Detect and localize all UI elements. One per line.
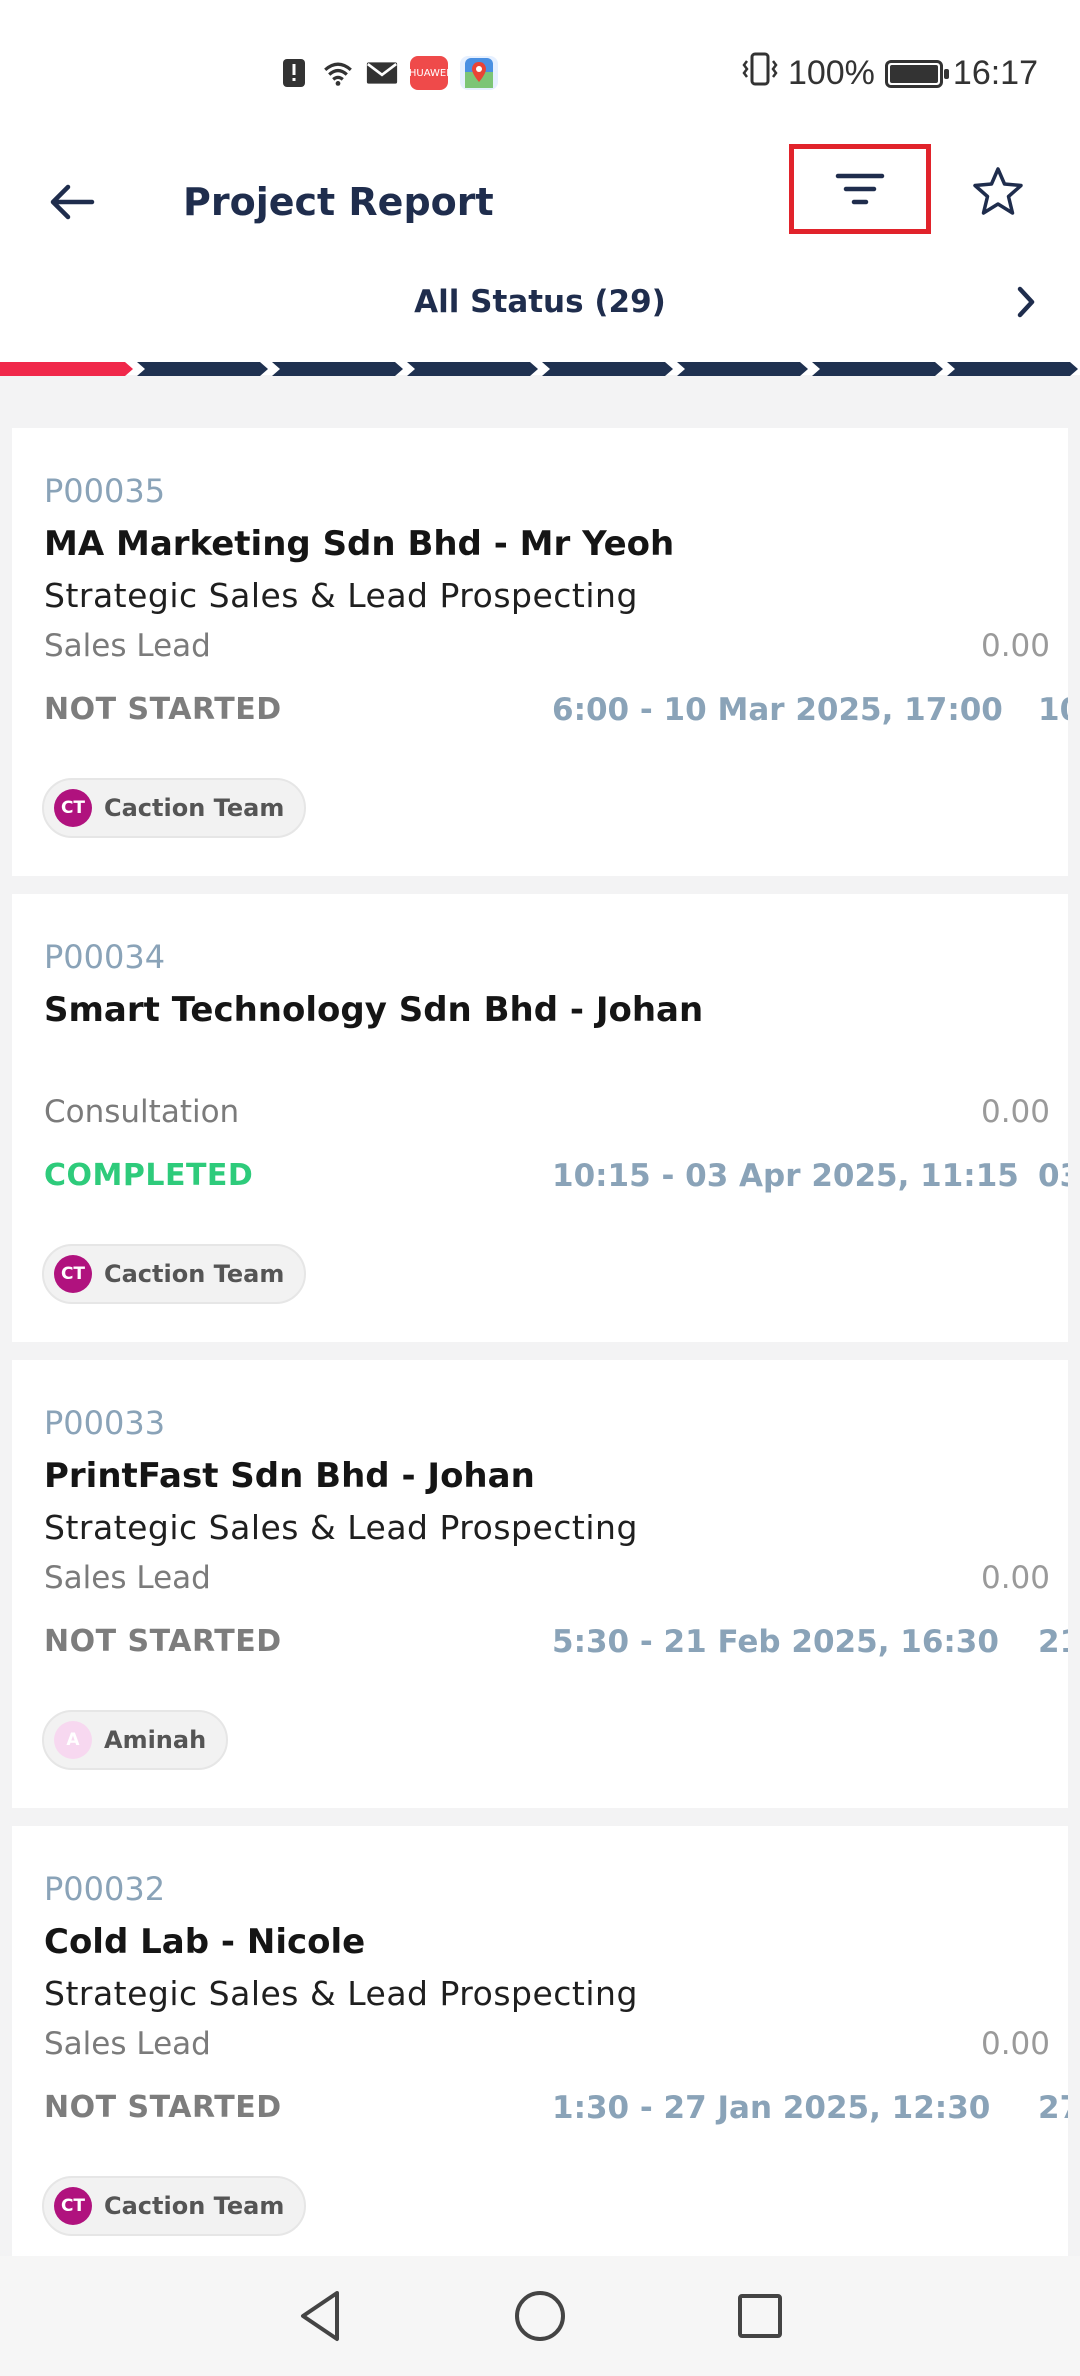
circle-home-icon — [515, 2291, 565, 2341]
maps-app-icon — [460, 56, 498, 90]
clock: 16:17 — [952, 54, 1038, 92]
team-name: Caction Team — [104, 794, 285, 822]
project-category: Sales Lead — [44, 2026, 211, 2062]
team-chip[interactable]: A Aminah — [42, 1710, 229, 1770]
status-progress-bar — [0, 362, 1078, 376]
project-schedule-overflow: 03 — [1038, 1158, 1068, 1194]
progress-segment — [812, 362, 943, 376]
battery-icon — [884, 59, 949, 88]
progress-segment — [272, 362, 403, 376]
project-status: NOT STARTED — [44, 1624, 282, 1659]
project-schedule: 5:30 - 21 Feb 2025, 16:30 — [552, 1624, 999, 1660]
huawei-app-icon: HUAWEI — [409, 56, 449, 90]
project-code: P00033 — [44, 1404, 166, 1442]
project-company: MA Marketing Sdn Bhd - Mr Yeoh — [44, 524, 675, 564]
progress-segment — [677, 362, 808, 376]
avatar: CT — [54, 789, 92, 827]
team-name: Caction Team — [104, 2192, 285, 2220]
filter-icon — [835, 173, 885, 205]
project-amount: 0.00 — [980, 628, 1050, 664]
project-service: Strategic Sales & Lead Prospecting — [44, 1974, 638, 2013]
project-amount: 0.00 — [980, 1560, 1050, 1596]
project-schedule: 1:30 - 27 Jan 2025, 12:30 — [552, 2090, 991, 2126]
project-card[interactable]: P00033 PrintFast Sdn Bhd - Johan Strateg… — [12, 1360, 1068, 1808]
project-card[interactable]: P00035 MA Marketing Sdn Bhd - Mr Yeoh St… — [12, 428, 1068, 876]
project-schedule-overflow: 10 — [1038, 692, 1068, 728]
project-code: P00032 — [44, 1870, 166, 1908]
triangle-back-icon — [301, 2291, 339, 2341]
project-list: P00035 MA Marketing Sdn Bhd - Mr Yeoh St… — [12, 428, 1068, 2292]
project-amount: 0.00 — [980, 2026, 1050, 2062]
team-chip[interactable]: CT Caction Team — [42, 778, 307, 838]
app-screen: HUAWEI 100% 16:17 Project Report All Sta… — [0, 0, 1080, 2376]
progress-segment — [407, 362, 538, 376]
vibrate-icon — [742, 52, 778, 95]
alert-icon — [278, 57, 310, 89]
team-chip[interactable]: CT Caction Team — [42, 1244, 307, 1304]
project-category: Consultation — [44, 1094, 240, 1130]
project-category: Sales Lead — [44, 628, 211, 664]
arrow-left-icon — [50, 184, 95, 220]
team-name: Aminah — [104, 1726, 207, 1754]
team-name: Caction Team — [104, 1260, 285, 1288]
progress-segment-active — [0, 362, 133, 376]
battery-level — [889, 64, 938, 83]
square-recents-icon — [738, 2294, 782, 2338]
avatar: CT — [54, 1255, 92, 1293]
project-schedule-overflow: 27 — [1038, 2090, 1068, 2126]
project-amount: 0.00 — [980, 1094, 1050, 1130]
project-code: P00034 — [44, 938, 166, 976]
mail-icon — [366, 57, 398, 89]
system-navigation-bar — [0, 2256, 1080, 2376]
project-card[interactable]: P00032 Cold Lab - Nicole Strategic Sales… — [12, 1826, 1068, 2274]
project-service: Strategic Sales & Lead Prospecting — [44, 1508, 638, 1547]
status-bar-system: 100% 16:17 — [742, 52, 1038, 95]
favorite-button[interactable] — [966, 160, 1030, 224]
filter-button[interactable] — [789, 144, 931, 234]
status-tab-label[interactable]: All Status (29) — [0, 284, 1080, 320]
project-status: COMPLETED — [44, 1158, 254, 1193]
project-category: Sales Lead — [44, 1560, 211, 1596]
progress-segment — [137, 362, 268, 376]
wifi-icon — [322, 57, 354, 89]
status-bar-notifications: HUAWEI — [278, 56, 498, 90]
status-bar: HUAWEI 100% 16:17 — [0, 0, 1080, 150]
nav-recents-button[interactable] — [725, 2281, 795, 2351]
project-schedule: 6:00 - 10 Mar 2025, 17:00 — [552, 692, 1003, 728]
project-code: P00035 — [44, 472, 166, 510]
next-tab-button[interactable] — [1006, 282, 1046, 322]
project-company: Smart Technology Sdn Bhd - Johan — [44, 990, 704, 1030]
app-header: Project Report All Status (29) — [0, 144, 1080, 376]
project-status: NOT STARTED — [44, 692, 282, 727]
project-service: Strategic Sales & Lead Prospecting — [44, 576, 638, 615]
back-button[interactable] — [40, 170, 104, 234]
project-schedule-overflow: 21 — [1038, 1624, 1068, 1660]
chevron-right-icon — [1017, 286, 1035, 318]
avatar: A — [54, 1721, 92, 1759]
avatar: CT — [54, 2187, 92, 2225]
progress-segment — [947, 362, 1078, 376]
nav-back-button[interactable] — [285, 2281, 355, 2351]
project-card[interactable]: P00034 Smart Technology Sdn Bhd - Johan … — [12, 894, 1068, 1342]
project-schedule: 10:15 - 03 Apr 2025, 11:15 — [552, 1158, 1019, 1194]
nav-home-button[interactable] — [505, 2281, 575, 2351]
progress-segment — [542, 362, 673, 376]
project-status: NOT STARTED — [44, 2090, 282, 2125]
project-company: Cold Lab - Nicole — [44, 1922, 366, 1962]
battery-percent: 100% — [787, 54, 875, 92]
page-title: Project Report — [183, 180, 494, 224]
star-icon — [973, 167, 1023, 215]
project-company: PrintFast Sdn Bhd - Johan — [44, 1456, 535, 1496]
team-chip[interactable]: CT Caction Team — [42, 2176, 307, 2236]
